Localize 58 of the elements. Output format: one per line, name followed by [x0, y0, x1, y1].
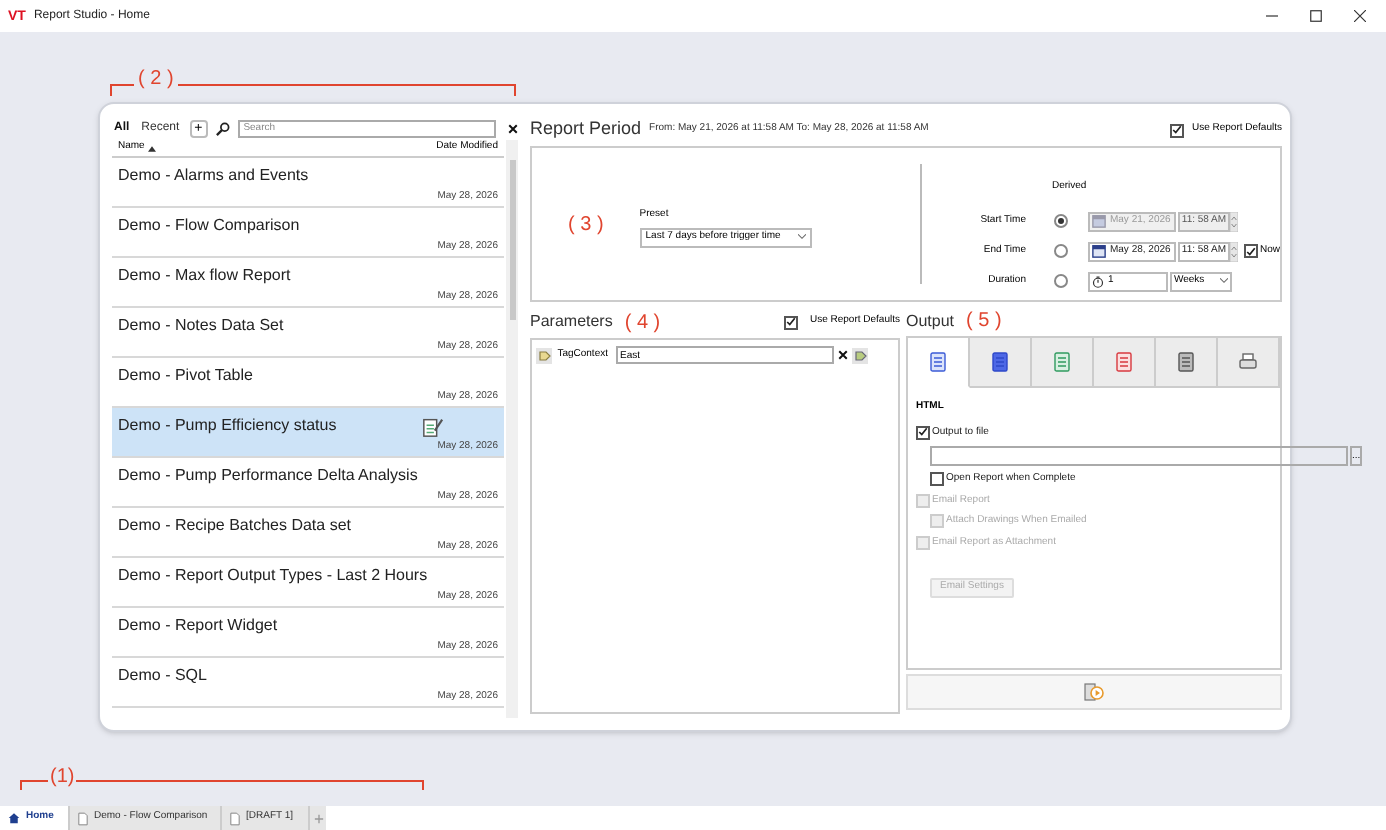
- calendar-icon[interactable]: [1091, 244, 1106, 258]
- report-title: Demo - Max flow Report: [118, 266, 291, 286]
- format-tab[interactable]: [1156, 338, 1218, 389]
- report-title: Demo - Alarms and Events: [118, 166, 309, 186]
- report-title: Demo - Recipe Batches Data set: [118, 516, 351, 536]
- radio-button[interactable]: [1053, 244, 1068, 258]
- report-title: Demo - SQL: [118, 666, 207, 686]
- section-title: Parameters: [530, 310, 613, 334]
- add-tab-icon: [313, 813, 323, 823]
- home-icon: [8, 812, 20, 824]
- format-tab[interactable]: [1094, 338, 1156, 389]
- tag-icon[interactable]: [536, 347, 552, 363]
- section-title: Output: [906, 309, 955, 334]
- checkbox[interactable]: [916, 425, 930, 440]
- format-tab[interactable]: [970, 338, 1032, 389]
- scrollbar[interactable]: [506, 140, 518, 718]
- report-title: Demo - Pump Performance Delta Analysis: [118, 466, 418, 486]
- annotation-label: ( 5 ): [966, 308, 1002, 337]
- section-title: Report Period: [530, 116, 642, 143]
- edit-icon[interactable]: [422, 416, 444, 438]
- close-icon[interactable]: [1354, 10, 1366, 22]
- spinner-icon[interactable]: [1229, 211, 1238, 231]
- report-title: Demo - Pivot Table: [118, 366, 253, 386]
- annotation-label: ( 3 ): [568, 211, 604, 239]
- report-title: Demo - Flow Comparison: [118, 216, 300, 236]
- stopwatch-icon: [1091, 275, 1104, 287]
- annotation-label: (1): [48, 768, 77, 788]
- checkbox[interactable]: [930, 472, 944, 487]
- clear-icon[interactable]: [838, 350, 848, 360]
- document-icon: [992, 352, 1008, 373]
- file-path-field[interactable]: [930, 446, 1348, 467]
- tag-picker-icon[interactable]: [852, 347, 868, 363]
- report-title: Demo - Report Output Types - Last 2 Hours: [118, 566, 428, 586]
- printer-icon: [1238, 352, 1258, 373]
- document-icon: [1116, 352, 1132, 373]
- document-icon: [930, 352, 946, 373]
- annotation-label: ( 2 ): [134, 70, 178, 90]
- minimize-icon[interactable]: [1266, 10, 1278, 22]
- document-icon: [230, 811, 240, 825]
- sort-ascending-icon: [148, 145, 157, 151]
- chevron-down-icon: [797, 234, 806, 241]
- maximize-icon[interactable]: [1310, 10, 1322, 22]
- report-title: Demo - Pump Efficiency status: [118, 416, 337, 436]
- document-icon: [1054, 352, 1070, 373]
- clear-icon[interactable]: [508, 123, 518, 133]
- report-title: Demo - Report Widget: [118, 616, 278, 636]
- format-tab[interactable]: [1218, 338, 1280, 389]
- annotation-label: ( 4 ): [624, 309, 661, 337]
- radio-button[interactable]: [1053, 274, 1068, 288]
- checkbox[interactable]: [1169, 123, 1184, 137]
- checkbox[interactable]: [1243, 244, 1258, 258]
- search-icon: [215, 121, 230, 135]
- calculator-icon: [1178, 352, 1194, 373]
- chevron-down-icon: [1219, 278, 1228, 284]
- report-title: Demo - Notes Data Set: [118, 316, 284, 336]
- document-icon: [78, 811, 88, 825]
- checkbox[interactable]: [783, 315, 798, 329]
- run-report-icon: [1084, 681, 1104, 702]
